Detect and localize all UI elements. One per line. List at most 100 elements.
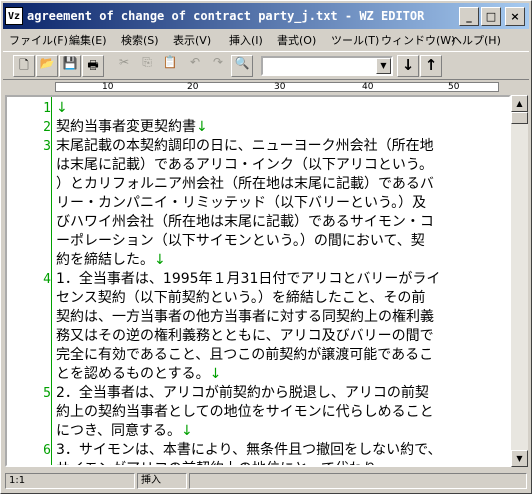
line-end-icon: ↓ (196, 119, 208, 135)
text-line: ーポレーション（以下サイモンという。）の間において、契 (56, 232, 425, 251)
new-button[interactable]: 🗋 (13, 55, 35, 77)
line-text: とを認めるものとする。 (56, 366, 210, 382)
line-number: 4 (43, 272, 51, 287)
text-line: びハワイ州会社（所在地は末尾に記載）であるサイモン・コ (56, 213, 434, 232)
text-line: とを認めるものとする。↓ (56, 365, 221, 384)
line-end-icon: ↓ (209, 366, 222, 382)
line-text: 約上の契約当事者としての地位をサイモンに代らしめること (56, 404, 434, 420)
text-line: 約上の契約当事者としての地位をサイモンに代らしめること (56, 403, 434, 422)
text-line: ）とカリフォルニア州会社（所在地は末尾に記載）であるバ (56, 175, 434, 194)
line-number: 2 (43, 120, 51, 135)
title-bar[interactable]: Vz agreement of change of contract party… (3, 3, 529, 29)
find-next-button[interactable]: ↓ (397, 55, 419, 77)
menu-help[interactable]: ヘルプ(H) (451, 32, 501, 48)
maximize-button[interactable]: □ (481, 7, 501, 26)
line-text: センス契約（以下前契約という。）を締結したこと、その前 (56, 290, 426, 306)
text-line: 1．全当事者は、1995年１月31日付でアリコとバリーがライ (56, 270, 440, 289)
line-text: は末尾に記載）であるアリコ・インク（以下アリコという。 (56, 157, 434, 173)
line-end-icon: ↓ (154, 252, 166, 268)
menu-edit[interactable]: 編集(E) (69, 32, 107, 48)
text-line: 3．サイモンは、本書により、無条件且つ撤回をしない約で、 (56, 441, 442, 460)
line-text: 3．サイモンは、本書により、無条件且つ撤回をしない約で、 (56, 442, 442, 458)
gutter-divider (51, 97, 52, 465)
text-line: 完全に有効であること、且つこの前契約が譲渡可能であるこ (56, 346, 433, 365)
find-button[interactable]: 🔍 (231, 55, 253, 77)
copy-button[interactable]: ⎘ (136, 55, 158, 77)
status-bar: 1:1 挿入 (3, 471, 529, 491)
arrow-down-icon: ↓ (401, 56, 415, 74)
find-prev-button[interactable]: ↑ (420, 55, 442, 77)
save-button[interactable]: 💾 (59, 55, 81, 77)
vertical-scrollbar[interactable]: ▲ ▼ (511, 95, 528, 467)
menu-insert[interactable]: 挿入(I) (229, 32, 263, 48)
scroll-down-button[interactable]: ▼ (511, 450, 528, 467)
scroll-up-button[interactable]: ▲ (511, 95, 528, 112)
app-icon[interactable]: Vz (5, 7, 23, 25)
line-number: 3 (43, 139, 51, 154)
line-text: 1．全当事者は、1995年１月31日付でアリコとバリーがライ (56, 271, 441, 287)
save-icon: 💾 (62, 56, 78, 70)
paste-button[interactable]: 📋 (159, 55, 181, 77)
ruler: 10 20 30 40 50 (3, 79, 529, 94)
line-text: びハワイ州会社（所在地は末尾に記載）であるサイモン・コ (56, 214, 434, 230)
status-message (189, 473, 527, 489)
line-text: ）とカリフォルニア州会社（所在地は末尾に記載）であるバ (56, 176, 434, 192)
line-text: リー・カンパニイ・リミッテッド（以下バリーという。）及 (56, 195, 427, 211)
redo-button[interactable]: ↷ (207, 55, 229, 77)
scroll-thumb[interactable] (511, 112, 528, 124)
toolbar: 🗋 📂 💾 🖶 ✂ ⎘ 📋 ↶ ↷ 🔍 ▼ ↓ ↑ (3, 51, 529, 80)
print-icon: 🖶 (87, 58, 99, 72)
open-icon: 📂 (39, 56, 55, 70)
search-input[interactable]: ▼ (261, 56, 393, 76)
text-line: 2．全当事者は、アリコが前契約から脱退し、アリコの前契 (56, 384, 429, 403)
window-title: agreement of change of contract party_j.… (27, 9, 425, 23)
menu-view[interactable]: 表示(V) (173, 32, 211, 48)
menu-window[interactable]: ウィンドウ(W) (381, 32, 455, 48)
text-area[interactable]: 1 ↓ 2 契約当事者変更契約書↓ 3 末尾記載の本契約調印の日に、ニューヨーク州会社（所… (5, 95, 511, 467)
ruler-strip: 10 20 30 40 50 (55, 82, 499, 92)
menu-search[interactable]: 検索(S) (121, 32, 159, 48)
paste-icon: 📋 (162, 55, 178, 69)
line-text: サイモンがアリコの前契約上の地位にとって代わり、 (56, 461, 390, 465)
print-button[interactable]: 🖶 (82, 55, 104, 77)
editor-window: Vz agreement of change of contract party… (0, 0, 532, 494)
cut-button[interactable]: ✂ (113, 55, 135, 77)
text-line: 契約は、一方当事者の他方当事者に対する同契約上の権利義 (56, 308, 434, 327)
line-text: 務又はその逆の権利義務とともに、アリコ及びバリーの間で (56, 328, 434, 344)
ruler-label: 30 (274, 82, 286, 92)
line-text: 約を締結した。 (56, 252, 154, 268)
cut-icon: ✂ (118, 55, 130, 69)
arrow-up-icon: ↑ (424, 56, 438, 74)
text-line: センス契約（以下前契約という。）を締結したこと、その前 (56, 289, 425, 308)
line-number: 1 (43, 101, 51, 116)
minimize-button[interactable]: _ (459, 7, 479, 26)
text-line: ↓ (56, 99, 68, 118)
cursor-position: 1:1 (5, 473, 135, 489)
text-line: は末尾に記載）であるアリコ・インク（以下アリコという。 (56, 156, 433, 175)
search-icon: 🔍 (234, 56, 250, 70)
copy-icon: ⎘ (142, 55, 152, 69)
line-end-icon: ↓ (181, 423, 193, 439)
text-line: サイモンがアリコの前契約上の地位にとって代わり、 (56, 460, 390, 465)
line-number: 6 (43, 443, 51, 458)
new-icon: 🗋 (19, 58, 29, 72)
line-text: ーポレーション（以下サイモンという。）の間において、契 (56, 233, 425, 249)
text-line: 末尾記載の本契約調印の日に、ニューヨーク州会社（所在地 (56, 137, 434, 156)
line-text: 契約は、一方当事者の他方当事者に対する同契約上の権利義 (56, 309, 434, 325)
text-line: 契約当事者変更契約書↓ (56, 118, 208, 137)
menu-file[interactable]: ファイル(F) (9, 32, 68, 48)
menu-format[interactable]: 書式(O) (277, 32, 316, 48)
close-button[interactable]: × (505, 7, 525, 26)
redo-icon: ↷ (212, 55, 224, 69)
line-text: 完全に有効であること、且つこの前契約が譲渡可能であるこ (56, 347, 434, 363)
undo-button[interactable]: ↶ (184, 55, 206, 77)
line-end-icon: ↓ (56, 100, 68, 116)
ruler-label: 20 (187, 82, 199, 92)
text-line: リー・カンパニイ・リミッテッド（以下バリーという。）及 (56, 194, 426, 213)
open-button[interactable]: 📂 (36, 55, 58, 77)
line-text: 2．全当事者は、アリコが前契約から脱退し、アリコの前契 (56, 385, 429, 401)
chevron-down-icon[interactable]: ▼ (376, 58, 391, 74)
text-line: 務又はその逆の権利義務とともに、アリコ及びバリーの間で (56, 327, 434, 346)
menu-tools[interactable]: ツール(T) (331, 32, 379, 48)
text-line: につき、同意する。↓ (56, 422, 193, 441)
